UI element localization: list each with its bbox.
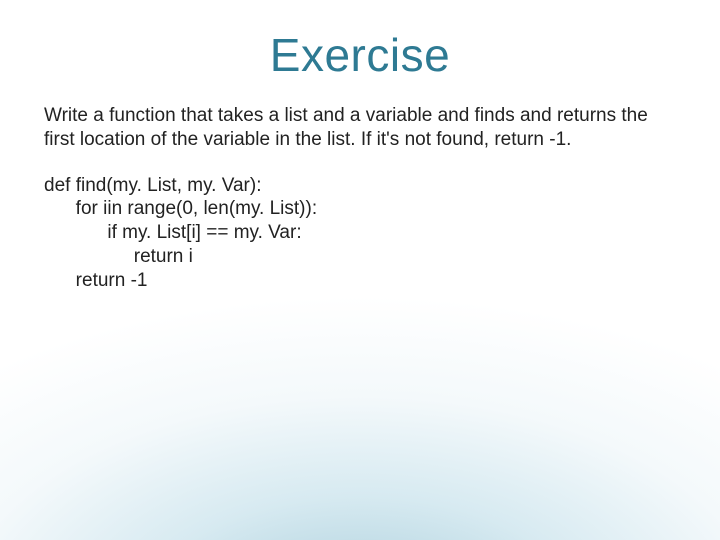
code-block: def find(my. List, my. Var): for iin ran… (44, 174, 676, 293)
slide-description: Write a function that takes a list and a… (44, 104, 676, 152)
slide: Exercise Write a function that takes a l… (0, 0, 720, 540)
slide-title: Exercise (44, 28, 676, 82)
